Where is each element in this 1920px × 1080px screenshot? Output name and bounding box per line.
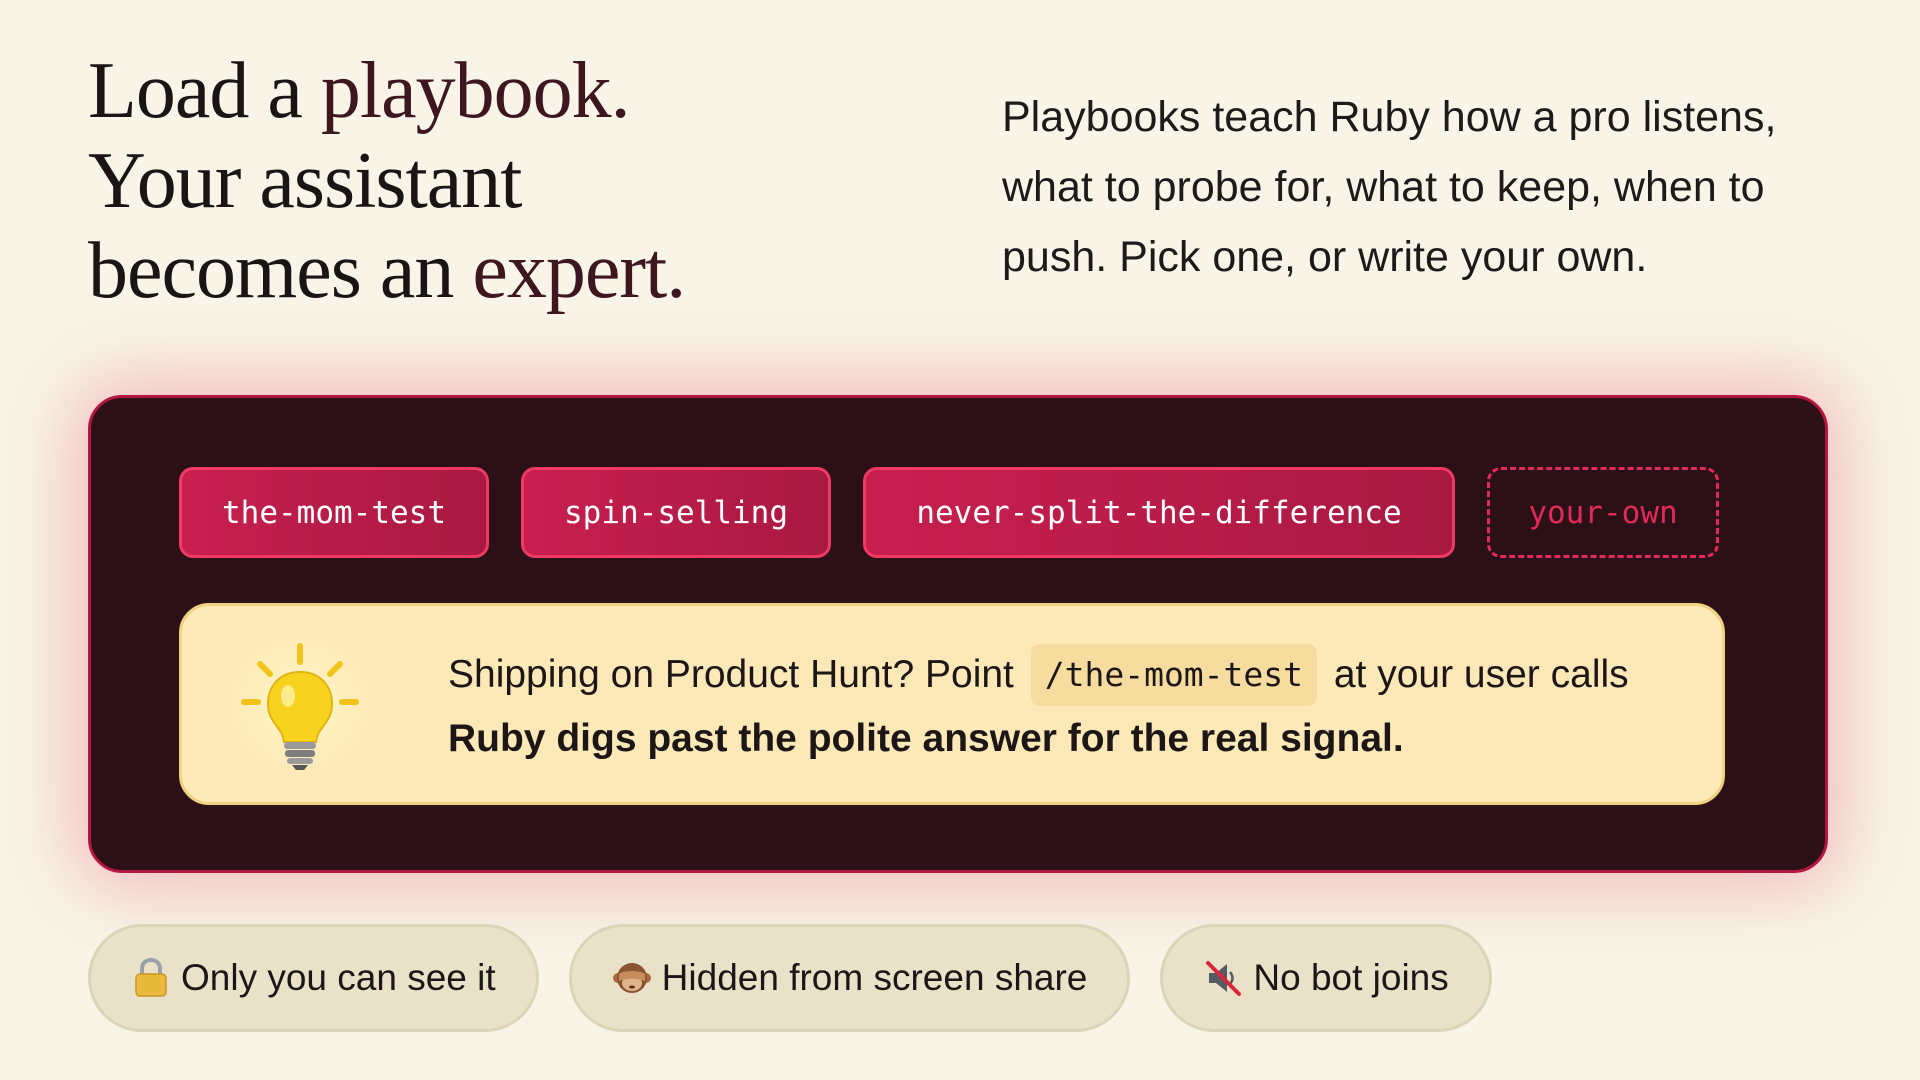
- playbook-chip-list: the-mom-test spin-selling never-split-th…: [179, 467, 1719, 558]
- tip-text-line1: Shipping on Product Hunt? Point /the-mom…: [448, 644, 1629, 706]
- headline-line3-accent: expert.: [472, 227, 686, 315]
- tip-callout: Shipping on Product Hunt? Point /the-mom…: [179, 603, 1725, 805]
- see-no-evil-monkey-icon: [612, 958, 652, 998]
- badge-hidden-screen-share: Hidden from screen share: [568, 924, 1131, 1032]
- headline-line1-accent: playbook.: [320, 47, 631, 135]
- playbook-chip-never-split-the-difference[interactable]: never-split-the-difference: [863, 467, 1455, 558]
- badge-only-you: Only you can see it: [88, 924, 539, 1032]
- lightbulb-icon: [230, 634, 370, 774]
- badge-no-bot-label: No bot joins: [1253, 957, 1449, 998]
- tip-bold-line: Ruby digs past the polite answer for the…: [448, 717, 1404, 760]
- tip-text-after: at your user calls: [1333, 653, 1629, 696]
- headline-line2: Your assistant: [88, 137, 522, 225]
- badge-hidden-screen-share-label: Hidden from screen share: [661, 957, 1088, 998]
- muted-speaker-icon: [1203, 958, 1243, 998]
- playbook-chip-spin-selling[interactable]: spin-selling: [521, 467, 831, 558]
- playbook-chip-the-mom-test[interactable]: the-mom-test: [179, 467, 489, 558]
- headline-line3-plain: becomes an: [88, 227, 473, 315]
- intro-paragraph: Playbooks teach Ruby how a pro listens, …: [1002, 93, 1777, 281]
- page-headline: Load a playbook. Your assistant becomes …: [88, 46, 968, 316]
- tip-text-before: Shipping on Product Hunt? Point: [448, 653, 1014, 696]
- lock-icon: [131, 958, 171, 998]
- tip-code-snippet: /the-mom-test: [1030, 644, 1318, 706]
- badge-no-bot: No bot joins: [1160, 924, 1492, 1032]
- privacy-badge-row: Only you can see it Hidden from screen s…: [88, 924, 1492, 1032]
- badge-only-you-label: Only you can see it: [181, 957, 496, 998]
- playbook-panel: the-mom-test spin-selling never-split-th…: [88, 395, 1828, 873]
- headline-line1-plain: Load a: [88, 47, 321, 135]
- playbook-chip-your-own[interactable]: your-own: [1487, 467, 1719, 558]
